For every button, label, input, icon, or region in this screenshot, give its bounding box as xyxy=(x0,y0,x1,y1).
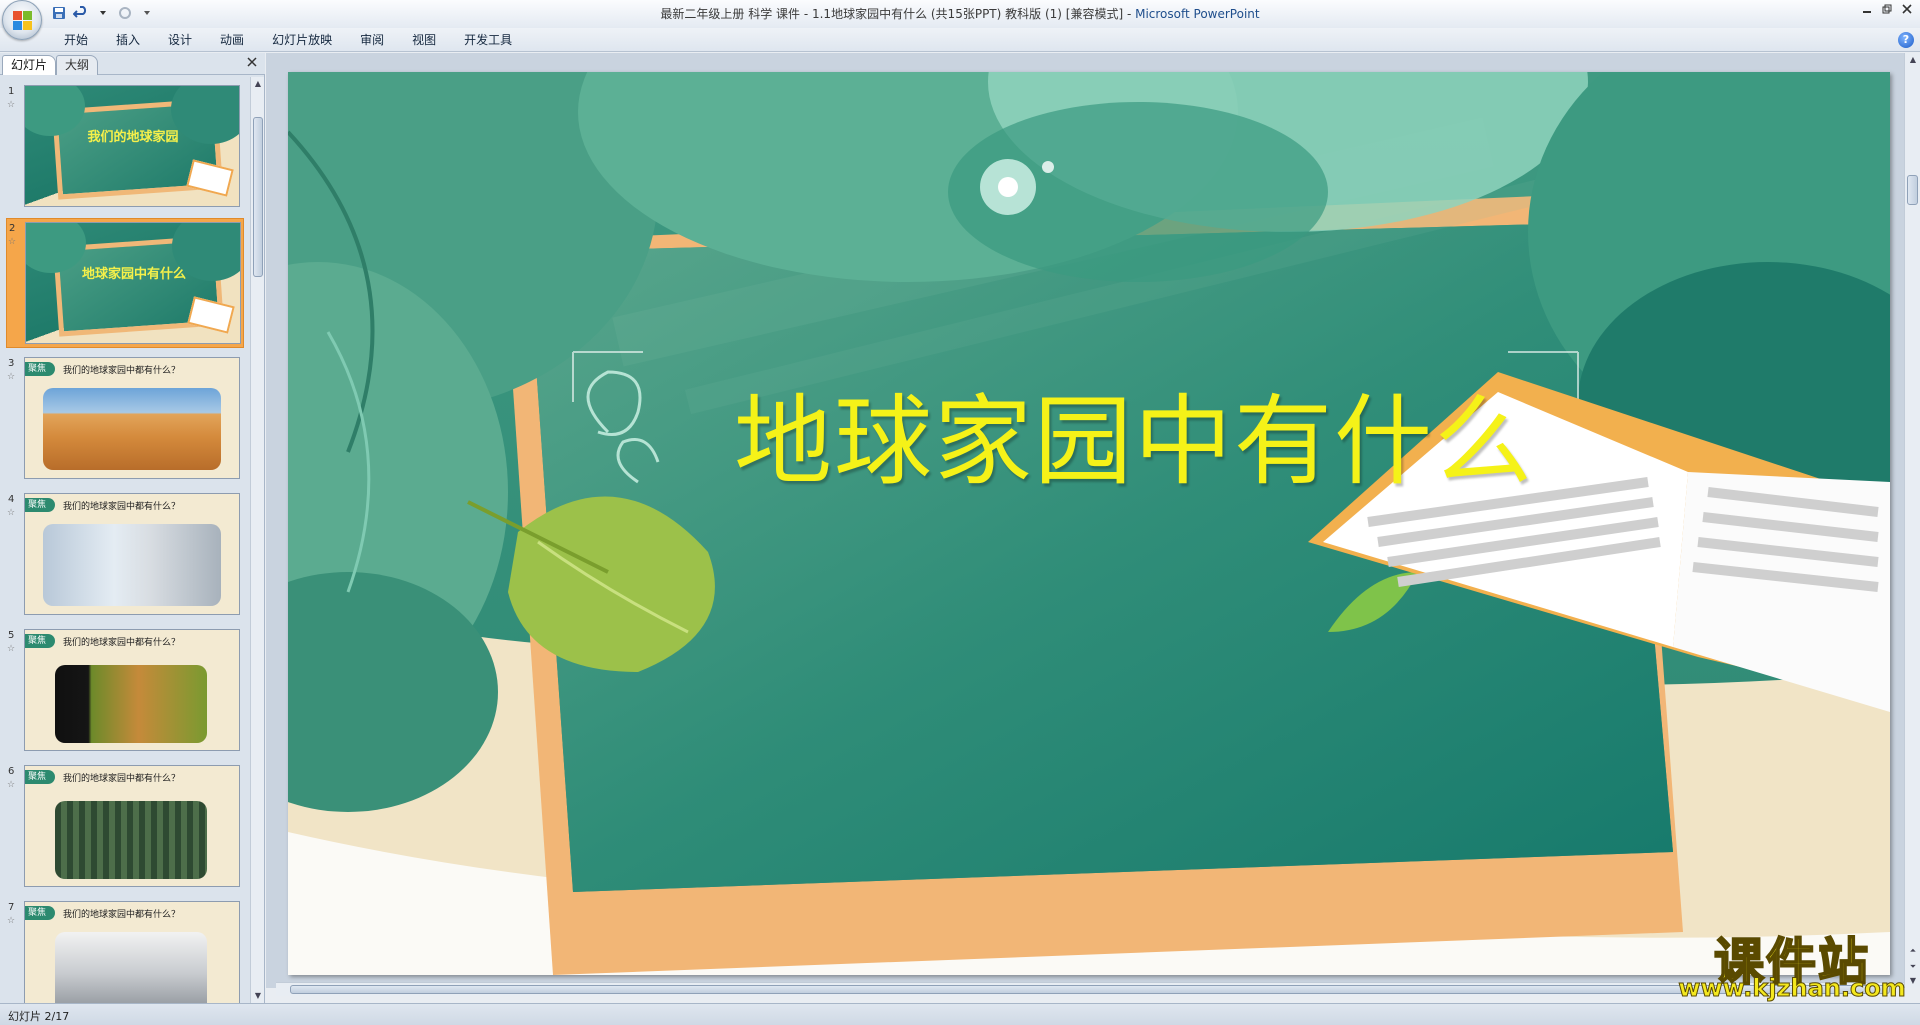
forest-photo xyxy=(55,801,207,879)
thumbnail-title: 我们的地球家园中都有什么？ xyxy=(63,638,181,648)
slides-pane: 幻灯片 大纲 1 ☆ 我们的地球家园 2 ☆ 地球家园中有什么 3 ☆ 聚焦 我… xyxy=(0,53,265,1003)
slide-number: 6 xyxy=(8,766,15,777)
vertical-scrollbar[interactable]: ▲ ⏶ ⏷ ▼ xyxy=(1904,53,1920,988)
tab-home[interactable]: 开始 xyxy=(50,28,102,52)
mountains-photo xyxy=(55,932,207,1003)
ribbon: 开始 插入 设计 动画 幻灯片放映 审阅 视图 开发工具 ? xyxy=(0,28,1920,52)
slide-counter: 幻灯片 2/17 xyxy=(8,1010,70,1023)
scroll-thumb[interactable] xyxy=(290,985,1890,994)
slide-number: 3 xyxy=(8,358,15,369)
tab-view[interactable]: 视图 xyxy=(398,28,450,52)
tab-animations[interactable]: 动画 xyxy=(206,28,258,52)
thumbnails-scrollbar[interactable]: ▲ ▼ xyxy=(250,77,264,1003)
thumbnail-image: 聚焦 我们的地球家园中都有什么？ xyxy=(24,765,240,887)
office-button[interactable] xyxy=(2,0,42,40)
close-button[interactable] xyxy=(1900,2,1914,16)
slide-thumbnail-7[interactable]: 7 ☆ 聚焦 我们的地球家园中都有什么？ xyxy=(6,898,244,1003)
thumbnail-title: 我们的地球家园中都有什么？ xyxy=(63,774,181,784)
minimize-icon xyxy=(1863,11,1871,13)
watermark-logo: 课件站 www.kjzhan.com xyxy=(1672,922,1912,1003)
star-icon: ☆ xyxy=(7,372,16,382)
slide-number: 1 xyxy=(8,86,15,97)
close-icon xyxy=(247,57,257,67)
star-icon: ☆ xyxy=(7,508,16,518)
star-icon: ☆ xyxy=(8,237,17,247)
slide-thumbnail-1[interactable]: 1 ☆ 我们的地球家园 xyxy=(6,82,244,212)
thumbnail-title: 我们的地球家园 xyxy=(87,130,179,145)
window-controls xyxy=(1860,2,1914,16)
thumbnail-image: 聚焦 我们的地球家园中都有什么？ xyxy=(24,357,240,479)
slide-thumbnail-3[interactable]: 3 ☆ 聚焦 我们的地球家园中都有什么？ xyxy=(6,354,244,484)
slide-thumbnail-6[interactable]: 6 ☆ 聚焦 我们的地球家园中都有什么？ xyxy=(6,762,244,892)
scroll-up-icon[interactable]: ▲ xyxy=(251,77,265,91)
scroll-thumb[interactable] xyxy=(253,117,263,277)
help-button[interactable]: ? xyxy=(1898,32,1914,48)
slide-title[interactable]: 地球家园中有什么 xyxy=(288,362,1890,504)
close-icon xyxy=(1902,4,1912,14)
focus-tag: 聚焦 xyxy=(25,634,55,648)
focus-tag: 聚焦 xyxy=(25,770,55,784)
current-slide[interactable]: 地球家园中有什么 xyxy=(288,72,1890,975)
status-bar: 幻灯片 2/17 xyxy=(0,1003,1920,1025)
star-icon: ☆ xyxy=(7,100,16,110)
slide-background xyxy=(288,72,1890,975)
tab-developer[interactable]: 开发工具 xyxy=(450,28,526,52)
scroll-up-icon[interactable]: ▲ xyxy=(1906,53,1920,67)
focus-tag: 聚焦 xyxy=(25,362,55,376)
slide-thumbnail-4[interactable]: 4 ☆ 聚焦 我们的地球家园中都有什么？ xyxy=(6,490,244,620)
slide-number: 7 xyxy=(8,902,15,913)
slide-thumbnail-5[interactable]: 5 ☆ 聚焦 我们的地球家园中都有什么？ xyxy=(6,626,244,756)
thumbnail-image: 聚焦 我们的地球家园中都有什么？ xyxy=(24,901,240,1003)
app-name: Microsoft PowerPoint xyxy=(1135,7,1260,21)
star-icon: ☆ xyxy=(7,780,16,790)
pane-tabs: 幻灯片 大纲 xyxy=(0,53,265,75)
thumbnail-title: 我们的地球家园中都有什么？ xyxy=(63,502,181,512)
tab-design[interactable]: 设计 xyxy=(154,28,206,52)
thumbnail-title: 地球家园中有什么 xyxy=(81,267,186,282)
slide-thumbnails: 1 ☆ 我们的地球家园 2 ☆ 地球家园中有什么 3 ☆ 聚焦 我们的地球家园中… xyxy=(0,77,249,1003)
help-icon: ? xyxy=(1902,33,1910,46)
slide-thumbnail-2[interactable]: 2 ☆ 地球家园中有什么 xyxy=(6,218,244,348)
thumbnail-image: 聚焦 我们的地球家园中都有什么？ xyxy=(24,493,240,615)
restore-button[interactable] xyxy=(1880,2,1894,16)
restore-icon xyxy=(1882,4,1892,14)
desert-photo xyxy=(43,388,221,470)
document-title: 最新二年级上册 科学 课件 - 1.1地球家园中有什么 (共15张PPT) 教科… xyxy=(660,7,1124,21)
scroll-thumb[interactable] xyxy=(1907,175,1918,205)
thumbnail-title: 我们的地球家园中都有什么？ xyxy=(63,910,181,920)
tab-insert[interactable]: 插入 xyxy=(102,28,154,52)
ribbon-tabs: 开始 插入 设计 动画 幻灯片放映 审阅 视图 开发工具 xyxy=(50,28,526,52)
thumbnail-image: 地球家园中有什么 xyxy=(25,222,241,344)
tab-slideshow[interactable]: 幻灯片放映 xyxy=(258,28,346,52)
minimize-button[interactable] xyxy=(1860,2,1874,16)
office-logo-icon xyxy=(13,11,33,31)
title-separator: - xyxy=(1123,7,1136,21)
tab-review[interactable]: 审阅 xyxy=(346,28,398,52)
star-icon: ☆ xyxy=(7,644,16,654)
title-bar: 最新二年级上册 科学 课件 - 1.1地球家园中有什么 (共15张PPT) 教科… xyxy=(0,0,1920,40)
dogs-photo xyxy=(55,665,207,743)
slide-number: 4 xyxy=(8,494,15,505)
focus-tag: 聚焦 xyxy=(25,906,55,920)
focus-tag: 聚焦 xyxy=(25,498,55,512)
horizontal-scrollbar[interactable] xyxy=(276,982,1904,996)
star-icon: ☆ xyxy=(7,916,16,926)
slide-number: 2 xyxy=(9,223,16,234)
classroom-photo xyxy=(43,524,221,606)
tab-outline[interactable]: 大纲 xyxy=(56,55,99,75)
scroll-down-icon[interactable]: ▼ xyxy=(251,989,265,1003)
window-title: 最新二年级上册 科学 课件 - 1.1地球家园中有什么 (共15张PPT) 教科… xyxy=(0,5,1920,22)
watermark-url: www.kjzhan.com xyxy=(1678,974,1906,1003)
thumbnail-title: 我们的地球家园中都有什么？ xyxy=(63,366,181,376)
pane-close-button[interactable] xyxy=(245,56,259,70)
thumbnail-image: 聚焦 我们的地球家园中都有什么？ xyxy=(24,629,240,751)
tab-slides[interactable]: 幻灯片 xyxy=(2,55,57,75)
thumbnail-image: 我们的地球家园 xyxy=(24,85,240,207)
slide-number: 5 xyxy=(8,630,15,641)
